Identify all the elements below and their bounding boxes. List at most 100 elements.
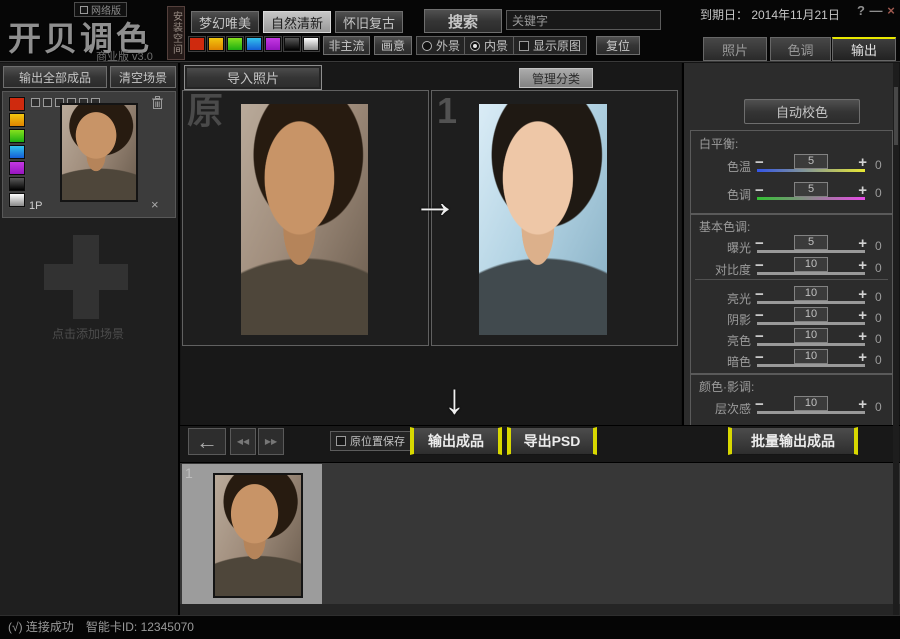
increase-button[interactable]: + [858,396,867,413]
batch-output-button[interactable]: 批量输出成品 [728,427,858,455]
increase-button[interactable]: + [858,286,867,303]
slider-value: 0 [875,290,891,304]
radio-indoor-icon[interactable] [470,41,480,51]
keyword-input[interactable] [506,10,661,30]
slider-step-box[interactable]: 10 [794,286,828,301]
slider-step-box[interactable]: 5 [794,235,828,250]
import-photos-button[interactable]: 导入照片 [184,65,322,90]
scene-checkbox-1[interactable] [31,98,40,107]
increase-button[interactable]: + [858,349,867,366]
slider-track[interactable]: − 10 + [757,398,865,414]
manage-categories-button[interactable]: 管理分类 [519,68,593,88]
back-arrow-button[interactable]: ← [188,428,226,455]
remove-scene-x-icon[interactable]: × [151,197,159,212]
show-original-checkbox[interactable]: 显示原图 [513,36,587,55]
color-swatch-white[interactable] [303,37,319,51]
show-original-box-icon[interactable] [519,41,529,51]
search-button[interactable]: 搜索 [424,9,502,33]
next-photo-button[interactable]: ▶▶ [258,428,284,455]
color-swatch-black[interactable] [284,37,300,51]
slider-step-box[interactable]: 10 [794,307,828,322]
auto-color-button[interactable]: 自动校色 [744,99,860,124]
right-scrollbar[interactable] [893,63,899,615]
slider-step-box[interactable]: 5 [794,154,828,169]
scene-swatch-orange[interactable] [9,113,25,127]
previous-photo-button[interactable]: ◀◀ [230,428,256,455]
scene-swatch-purple[interactable] [9,161,25,175]
scene-swatch-green[interactable] [9,129,25,143]
slider-step-box[interactable]: 10 [794,328,828,343]
slider-track[interactable]: − 10 + [757,309,865,325]
scene-checkbox-2[interactable] [43,98,52,107]
minimize-button[interactable]: — [869,3,883,18]
color-swatch-red[interactable] [189,37,205,51]
slider-highlights: 亮光 − 10 + 0 [691,287,894,309]
slider-line [757,322,865,325]
preset-retro-button[interactable]: 怀旧复古 [335,11,403,33]
scene-card[interactable]: 1P × [2,91,176,218]
white-balance-title: 白平衡: [699,135,738,152]
increase-button[interactable]: + [858,182,867,199]
color-swatch-purple[interactable] [265,37,281,51]
radio-indoor[interactable]: 内景 [464,36,514,55]
slider-track[interactable]: − 5 + [757,156,865,172]
increase-button[interactable]: + [858,328,867,345]
slider-step-box[interactable]: 5 [794,182,828,197]
slider-value: 0 [875,311,891,325]
scene-swatch-blue[interactable] [9,145,25,159]
right-scrollbar-thumb[interactable] [894,87,898,145]
slider-step-box[interactable]: 10 [794,257,828,272]
filmstrip-cell-index: 1 [185,465,193,481]
close-button[interactable]: × [884,3,898,18]
photo-filmstrip[interactable]: 1 [180,462,900,604]
scene-swatch-red[interactable] [9,97,25,111]
export-psd-button[interactable]: 导出PSD [507,427,597,455]
output-all-scenes-button[interactable]: 输出全部成品 [3,66,107,88]
scene-swatch-white[interactable] [9,193,25,207]
preset-natural-fresh-button[interactable]: 自然清新 [263,11,331,33]
filmstrip-scroll-area[interactable] [180,604,900,615]
tab-photos[interactable]: 照片 [703,37,767,61]
increase-button[interactable]: + [858,307,867,324]
save-in-place-box-icon[interactable] [336,436,346,446]
filmstrip-thumbnail[interactable] [213,473,303,598]
slider-tint: 色调 − 5 + 0 [691,183,894,205]
scene-thumbnail[interactable] [60,103,138,202]
filter-painting-button[interactable]: 画意 [374,36,412,55]
slider-track[interactable]: − 5 + [757,237,865,253]
slider-step-box[interactable]: 10 [794,349,828,364]
install-space-vertical-tab[interactable]: 安装空间 [167,6,185,60]
increase-button[interactable]: + [858,257,867,274]
tab-output[interactable]: 输出 [832,37,896,61]
slider-track[interactable]: − 5 + [757,184,865,200]
increase-button[interactable]: + [858,154,867,171]
radio-outdoor[interactable]: 外景 [416,36,466,55]
edition-label: 商业版 v3.0 [96,48,153,64]
filmstrip-selected-cell[interactable]: 1 [182,464,322,604]
color-swatch-blue[interactable] [246,37,262,51]
color-swatch-green[interactable] [227,37,243,51]
help-button[interactable]: ? [854,3,868,18]
slider-track[interactable]: − 10 + [757,288,865,304]
output-final-button[interactable]: 输出成品 [410,427,502,455]
result-photo[interactable] [479,104,607,335]
slider-step-box[interactable]: 10 [794,396,828,411]
clear-scenes-button[interactable]: 清空场景 [110,66,176,88]
slider-value: 0 [875,353,891,367]
tab-tone[interactable]: 色调 [770,37,831,61]
scene-swatch-black[interactable] [9,177,25,191]
delete-scene-trash-icon[interactable] [151,96,164,110]
reset-button[interactable]: 复位 [596,36,640,55]
filter-non-mainstream-button[interactable]: 非主流 [323,36,370,55]
slider-track[interactable]: − 10 + [757,330,865,346]
color-swatch-orange[interactable] [208,37,224,51]
add-scene-plus-icon[interactable] [44,235,128,319]
preset-dreamy-button[interactable]: 梦幻唯美 [191,11,259,33]
save-in-place-checkbox[interactable]: 原位置保存 [330,431,411,451]
radio-outdoor-icon[interactable] [422,41,432,51]
increase-button[interactable]: + [858,235,867,252]
add-scene-label[interactable]: 点击添加场景 [0,325,176,342]
slider-track[interactable]: − 10 + [757,351,865,367]
original-photo[interactable] [241,104,368,335]
slider-track[interactable]: − 10 + [757,259,865,275]
